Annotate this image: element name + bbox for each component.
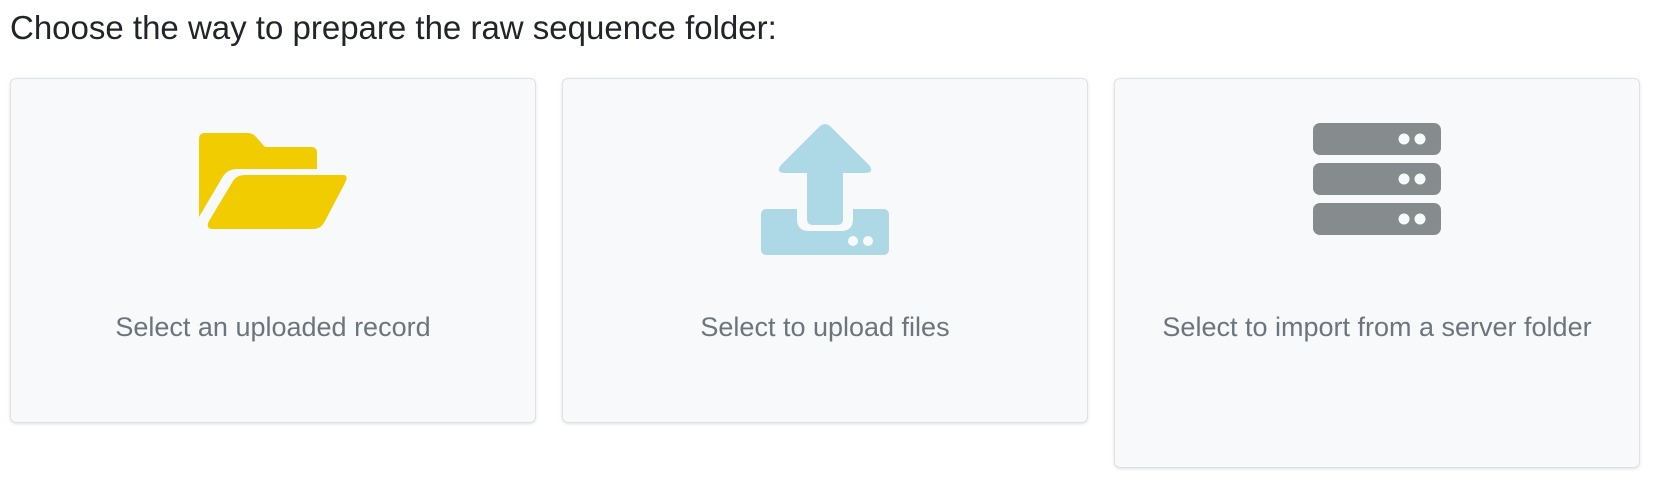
import-server-folder-card[interactable]: Select to import from a server folder [1114, 78, 1640, 468]
option-cards: Select an uploaded record Select to uplo… [10, 78, 1640, 468]
card-label: Select to upload files [700, 312, 950, 342]
upload-files-card[interactable]: Select to upload files [562, 78, 1088, 423]
server-icon [1313, 123, 1441, 235]
page-title: Choose the way to prepare the raw sequen… [10, 9, 777, 46]
select-uploaded-record-card[interactable]: Select an uploaded record [10, 78, 536, 423]
prepare-folder-page: Choose the way to prepare the raw sequen… [0, 0, 1654, 483]
card-label: Select an uploaded record [115, 312, 431, 342]
card-label: Select to import from a server folder [1162, 312, 1592, 342]
upload-icon [761, 124, 889, 255]
folder-open-icon [199, 133, 347, 229]
